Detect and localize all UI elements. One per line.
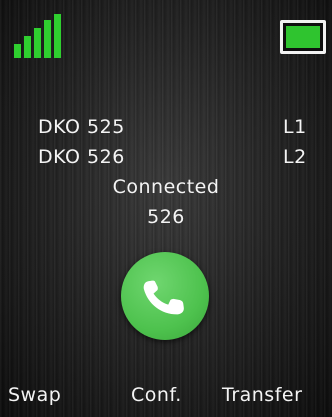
battery-full-icon (280, 20, 326, 54)
softkey-transfer[interactable]: Transfer (222, 384, 302, 406)
call-button[interactable] (121, 252, 209, 340)
softkey-conference[interactable]: Conf. (131, 384, 182, 406)
call-line-1-name: DKO 525 (38, 116, 125, 138)
phone-handset-icon (143, 280, 184, 315)
signal-strength-icon (12, 14, 64, 58)
call-line-2-label: L2 (283, 146, 307, 168)
phone-screen: DKO 525 L1 DKO 526 L2 Connected 526 Swap… (0, 0, 332, 417)
call-state-text: Connected (112, 176, 220, 198)
call-line-2-name: DKO 526 (38, 146, 125, 168)
call-line-1-label: L1 (283, 116, 307, 138)
call-number-text: 526 (147, 206, 185, 228)
softkey-swap[interactable]: Swap (8, 384, 61, 406)
